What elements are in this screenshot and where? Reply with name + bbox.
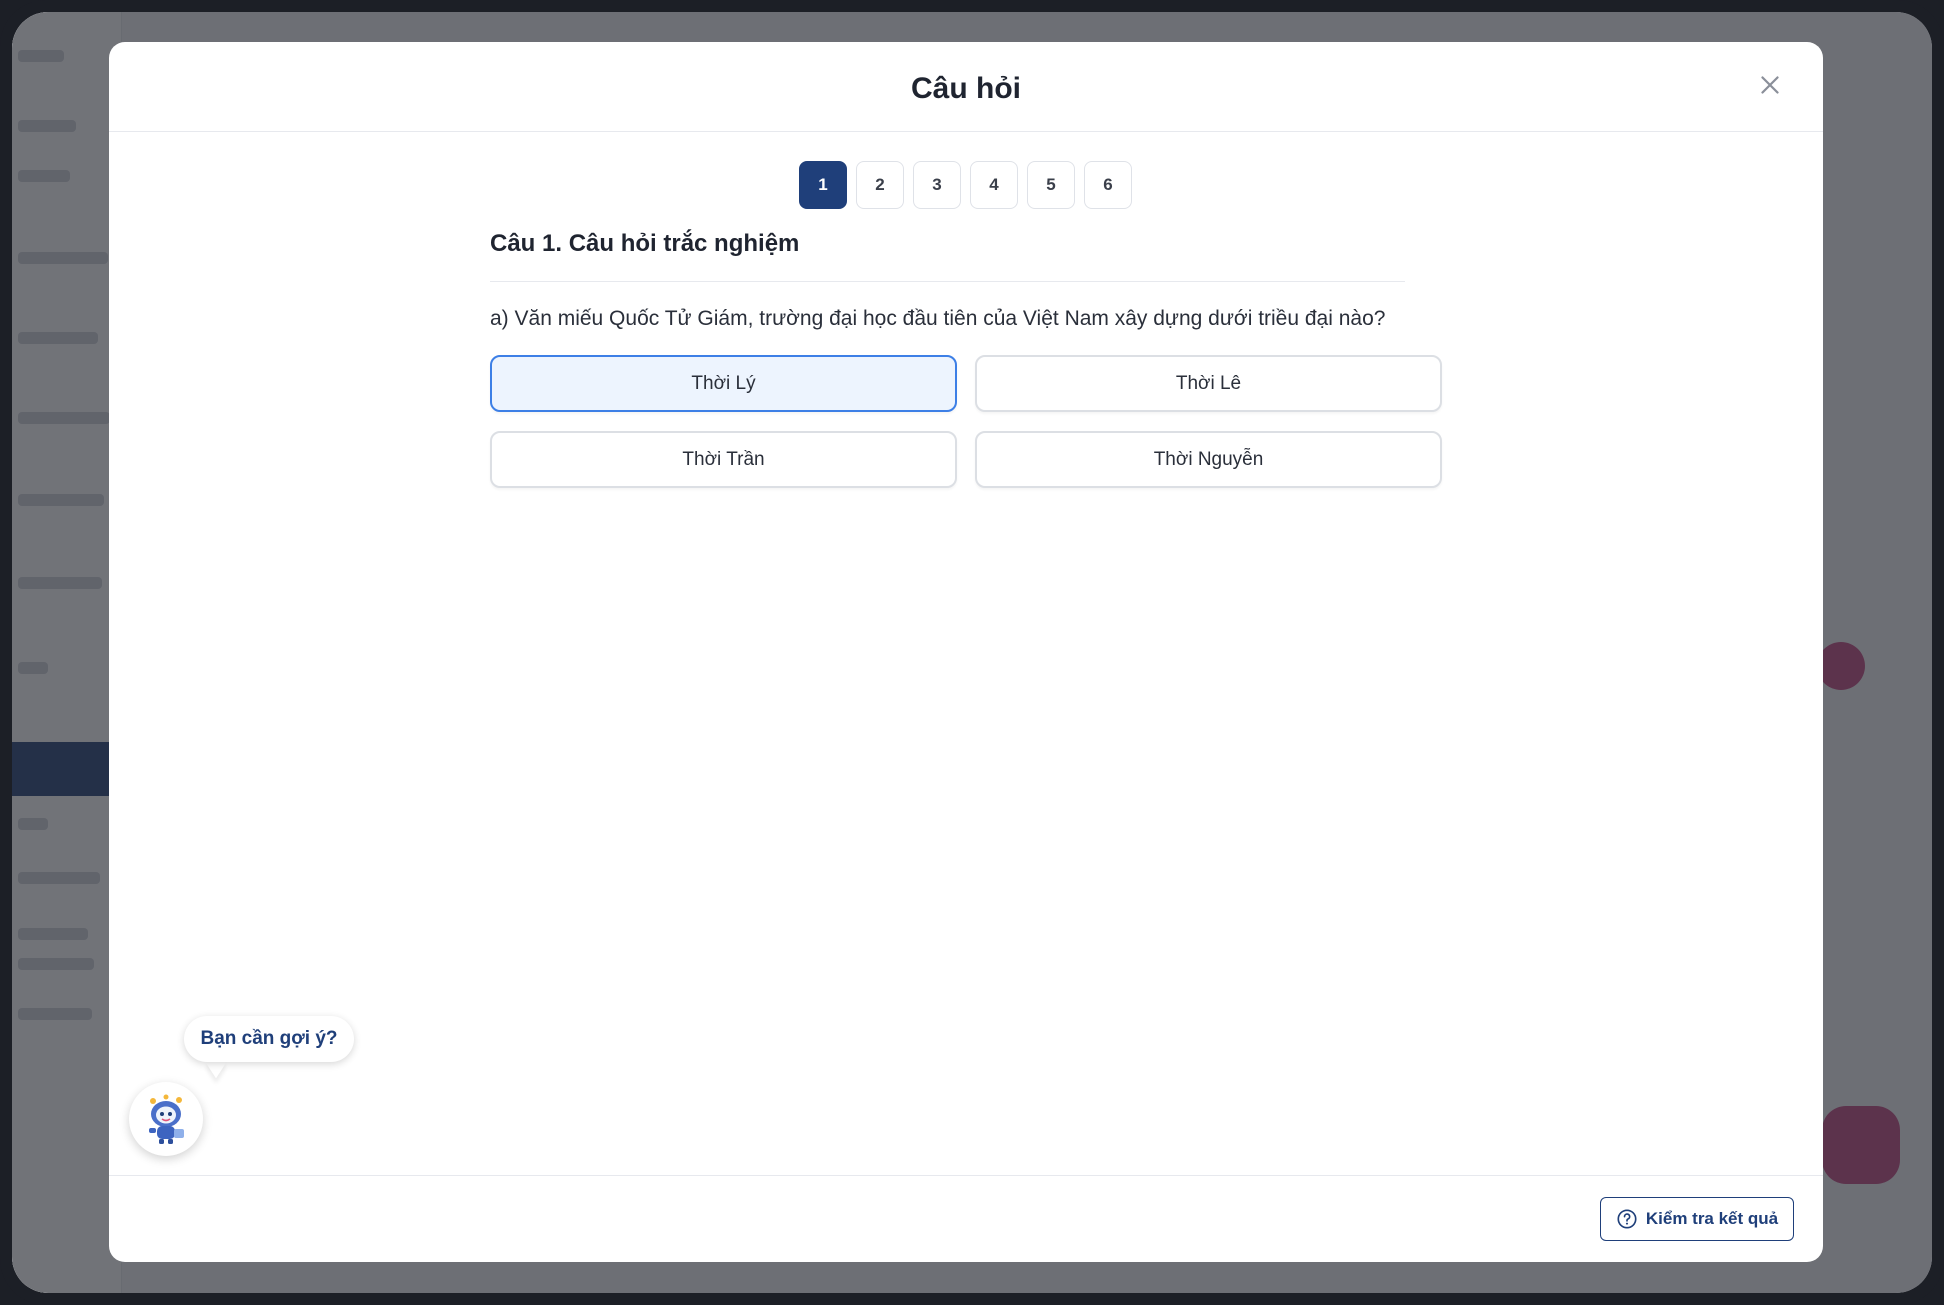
close-icon [1761,76,1779,94]
answer-option-b[interactable]: Thời Lê [975,355,1442,412]
page-button-1[interactable]: 1 [799,161,847,209]
modal-footer: Kiểm tra kết quả [109,1175,1823,1262]
question-pager: 1 2 3 4 5 6 [799,161,1132,209]
question-heading: Câu 1. Câu hỏi trắc nghiệm [490,230,800,257]
divider [490,281,1405,282]
close-button[interactable] [1755,70,1785,100]
answer-option-a[interactable]: Thời Lý [490,355,957,412]
robot-mascot-icon [149,1094,184,1144]
check-result-label: Kiểm tra kết quả [1645,1209,1779,1228]
question-text: a) Văn miếu Quốc Tử Giám, trường đại học… [490,307,1386,330]
question-circle-icon [1617,1209,1637,1229]
page-button-5[interactable]: 5 [1027,161,1075,209]
page-button-6[interactable]: 6 [1084,161,1132,209]
page-button-2[interactable]: 2 [856,161,904,209]
modal-header: Câu hỏi [109,42,1823,132]
answer-option-c[interactable]: Thời Trần [490,431,957,488]
page-button-3[interactable]: 3 [913,161,961,209]
modal-title: Câu hỏi [911,72,1021,105]
hint-bubble[interactable]: Bạn cần gợi ý? [184,1016,354,1062]
page-button-4[interactable]: 4 [970,161,1018,209]
question-modal: Câu hỏi 1 2 3 4 5 6 Câu 1. Câu hỏi trắc … [109,42,1823,1262]
check-result-button[interactable]: Kiểm tra kết quả [1600,1197,1794,1241]
hint-mascot-button[interactable] [129,1082,203,1156]
answer-option-d[interactable]: Thời Nguyễn [975,431,1442,488]
